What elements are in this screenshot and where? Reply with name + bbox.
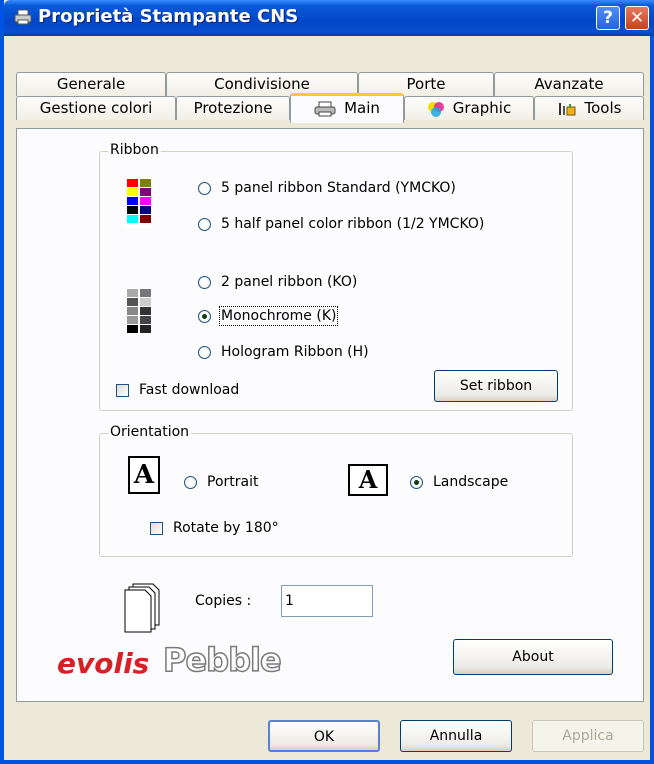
fast-download-label: Fast download — [139, 382, 240, 398]
portrait-label: Portrait — [207, 474, 259, 490]
radio-ymcko[interactable] — [198, 181, 211, 195]
cancel-button[interactable]: Annulla — [400, 720, 512, 752]
radio-portrait[interactable] — [184, 475, 197, 489]
fast-download-checkbox[interactable]: Fast download — [116, 382, 239, 398]
evolis-logo: evolis — [57, 647, 150, 680]
tab-gestione-colori[interactable]: Gestione colori — [16, 96, 176, 120]
ribbon-option-monochrome[interactable]: Monochrome (K) — [198, 306, 339, 326]
ribbon-option-label: Monochrome (K) — [218, 306, 339, 326]
printer-icon — [314, 101, 336, 116]
tab-main[interactable]: Main — [290, 93, 404, 123]
color-circles-icon — [427, 101, 444, 117]
ribbon-group: Ribbon 5 panel ribbon Standard (YMCKO) 5… — [99, 142, 573, 411]
main-tab-panel: Ribbon 5 panel ribbon Standard (YMCKO) 5… — [16, 128, 644, 702]
tab-tools[interactable]: Tools — [534, 96, 644, 120]
mono-ribbon-icon — [126, 288, 152, 336]
copies-icon — [124, 583, 160, 633]
radio-landscape[interactable] — [410, 475, 423, 489]
ribbon-option-hologram[interactable]: Hologram Ribbon (H) — [198, 344, 369, 360]
window-title: Proprietà Stampante CNS — [38, 6, 299, 27]
orientation-portrait[interactable]: Portrait — [184, 474, 258, 490]
ok-button[interactable]: OK — [268, 720, 380, 752]
pebble-logo: Pebble — [162, 640, 282, 680]
ribbon-option-label: 5 panel ribbon Standard (YMCKO) — [221, 180, 456, 196]
dialog-window: Proprietà Stampante CNS ? ✕ Generale Con… — [0, 0, 654, 764]
copies-input[interactable]: 1 — [281, 585, 373, 617]
radio-monochrome[interactable] — [198, 309, 211, 323]
tab-generale[interactable]: Generale — [16, 72, 166, 96]
orientation-landscape[interactable]: Landscape — [410, 474, 508, 490]
rotate-180-checkbox[interactable]: Rotate by 180° — [150, 520, 279, 536]
ribbon-option-label: 2 panel ribbon (KO) — [221, 274, 358, 290]
apply-button[interactable]: Applica — [532, 720, 644, 752]
checkbox-box[interactable] — [150, 521, 163, 535]
radio-ko[interactable] — [198, 275, 211, 289]
title-bar[interactable]: Proprietà Stampante CNS ? ✕ — [4, 0, 654, 36]
ribbon-legend: Ribbon — [108, 142, 161, 158]
tools-icon — [558, 102, 576, 115]
close-button[interactable]: ✕ — [625, 6, 649, 30]
printer-icon — [14, 9, 32, 25]
ribbon-option-ko[interactable]: 2 panel ribbon (KO) — [198, 274, 357, 290]
tab-graphic-label: Graphic — [452, 99, 512, 117]
radio-hologram[interactable] — [198, 345, 211, 359]
orientation-legend: Orientation — [108, 424, 192, 440]
set-ribbon-button[interactable]: Set ribbon — [434, 370, 558, 402]
copies-label: Copies : — [195, 593, 252, 609]
radio-half-ymcko[interactable] — [198, 217, 211, 231]
tab-tools-label: Tools — [584, 99, 622, 117]
ribbon-option-label: Hologram Ribbon (H) — [221, 344, 369, 360]
about-button[interactable]: About — [453, 639, 613, 675]
tab-protezione[interactable]: Protezione — [176, 96, 290, 120]
portrait-icon: A — [128, 456, 160, 494]
checkbox-box[interactable] — [116, 383, 129, 397]
color-ribbon-icon — [126, 178, 152, 228]
tab-main-label: Main — [344, 99, 380, 117]
ribbon-option-half-ymcko[interactable]: 5 half panel color ribbon (1/2 YMCKO) — [198, 216, 484, 232]
tab-graphic[interactable]: Graphic — [404, 96, 534, 120]
landscape-icon: A — [348, 464, 388, 496]
orientation-group: Orientation A Portrait A Landscape Rotat… — [99, 424, 573, 557]
ribbon-option-label: 5 half panel color ribbon (1/2 YMCKO) — [221, 216, 485, 232]
tab-avanzate[interactable]: Avanzate — [494, 72, 644, 96]
landscape-label: Landscape — [433, 474, 509, 490]
help-button[interactable]: ? — [596, 6, 620, 30]
rotate-label: Rotate by 180° — [173, 520, 279, 536]
ribbon-option-ymcko[interactable]: 5 panel ribbon Standard (YMCKO) — [198, 180, 456, 196]
